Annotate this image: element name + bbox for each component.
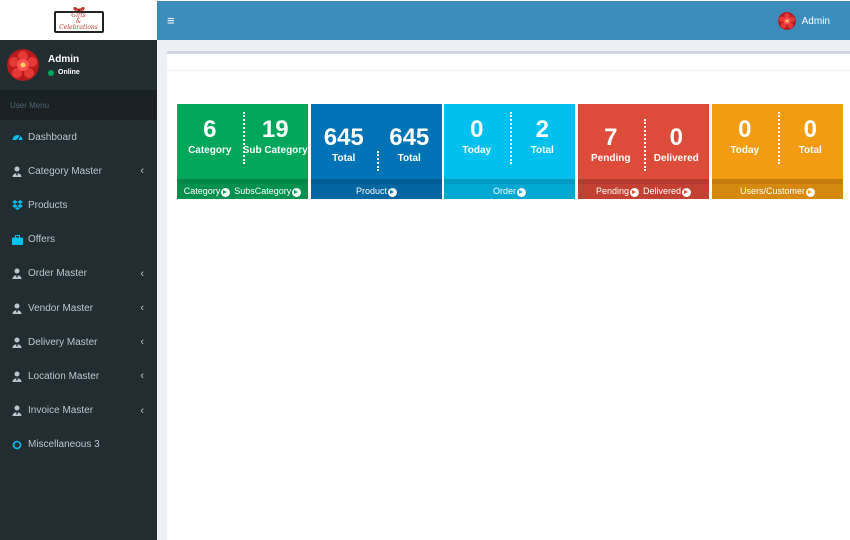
- chevron-left-icon: ‹: [140, 370, 144, 383]
- logo-text: Gifts & Celebrations: [59, 12, 98, 31]
- arrow-circle-right-icon: [292, 187, 302, 197]
- pending-count: 7: [604, 124, 618, 151]
- sidebar-item-category-master[interactable]: Category Master ‹: [0, 154, 157, 188]
- dashboard-icon: [11, 131, 23, 143]
- user-menu-label: Admin: [801, 15, 830, 27]
- delivered-link[interactable]: Delivered: [643, 186, 692, 197]
- customer-link[interactable]: Users/Customer: [740, 186, 815, 197]
- customer-today-count: 0: [738, 116, 752, 143]
- briefcase-icon: [11, 234, 23, 246]
- sidebar: Gifts & Celebrations Admin Online User M…: [0, 0, 157, 540]
- order-total-label: Total: [530, 145, 554, 156]
- avatar: [7, 49, 39, 81]
- user-status[interactable]: Online: [48, 69, 80, 76]
- product-total-label-2: Total: [397, 153, 421, 164]
- sidebar-item-products[interactable]: Products: [0, 188, 157, 222]
- arrow-circle-right-icon: [630, 187, 639, 197]
- category-link[interactable]: Category: [184, 186, 231, 197]
- product-stat-box: 645 Total 645 Total Product: [311, 104, 442, 199]
- order-stat-box: 0 Today 2 Total Order: [444, 104, 575, 199]
- main-content: 6 Category 19 Sub Category Category Subs…: [157, 40, 850, 540]
- user-menu[interactable]: Admin: [777, 12, 830, 30]
- order-today-count: 0: [470, 116, 484, 143]
- sidebar-item-miscellaneous[interactable]: Miscellaneous 3: [0, 428, 157, 462]
- panel-divider: [167, 70, 850, 71]
- delivered-count: 0: [669, 124, 683, 151]
- order-link[interactable]: Order: [493, 186, 526, 197]
- sidebar-item-delivery-master[interactable]: Delivery Master ‹: [0, 325, 157, 359]
- user-tie-icon: [11, 370, 23, 382]
- user-tie-icon: [11, 268, 23, 280]
- chevron-left-icon: ‹: [140, 336, 144, 349]
- arrow-circle-right-icon: [806, 187, 815, 197]
- order-today-label: Today: [462, 145, 492, 156]
- logo-area[interactable]: Gifts & Celebrations: [0, 0, 157, 40]
- menu-toggle-icon[interactable]: ≡: [167, 13, 175, 28]
- category-count: 6: [203, 116, 217, 143]
- dropbox-icon: [11, 199, 23, 211]
- user-panel: Admin Online: [0, 40, 157, 90]
- subcategory-count: 19: [261, 116, 289, 143]
- chevron-left-icon: ‹: [140, 267, 144, 280]
- pending-link[interactable]: Pending: [596, 186, 639, 197]
- category-stat-box: 6 Category 19 Sub Category Category Subs…: [177, 104, 308, 199]
- avatar: [777, 12, 796, 30]
- user-name: Admin: [48, 54, 80, 65]
- chevron-left-icon: ‹: [140, 302, 144, 315]
- product-total-label: Total: [332, 153, 356, 164]
- sidebar-item-dashboard[interactable]: Dashboard: [0, 120, 157, 154]
- product-link[interactable]: Product: [356, 186, 398, 197]
- sidebar-menu: Dashboard Category Master ‹ Products Off…: [0, 120, 157, 462]
- product-total-count-2: 645: [389, 124, 430, 151]
- arrow-circle-right-icon: [682, 187, 692, 197]
- arrow-circle-right-icon: [517, 187, 526, 197]
- subscategory-link[interactable]: SubsCategory: [234, 186, 302, 197]
- dashboard-panel: 6 Category 19 Sub Category Category Subs…: [167, 51, 850, 540]
- user-tie-icon: [11, 302, 23, 314]
- circle-icon: [11, 439, 23, 451]
- customer-total-count: 0: [803, 116, 817, 143]
- online-status-icon: [48, 69, 54, 76]
- arrow-circle-right-icon: [221, 187, 231, 197]
- subcategory-label: Sub Category: [242, 145, 308, 156]
- sidebar-item-invoice-master[interactable]: Invoice Master ‹: [0, 394, 157, 428]
- menu-header: User Menu: [0, 90, 157, 120]
- product-total-count: 645: [323, 124, 364, 151]
- customer-today-label: Today: [730, 145, 760, 156]
- sidebar-item-vendor-master[interactable]: Vendor Master ‹: [0, 291, 157, 325]
- user-tie-icon: [11, 336, 23, 348]
- sidebar-item-order-master[interactable]: Order Master ‹: [0, 257, 157, 291]
- order-total-count: 2: [535, 116, 549, 143]
- delivery-stat-box: 7 Pending 0 Delivered Pending Delivered: [578, 104, 709, 199]
- customer-total-label: Total: [798, 145, 822, 156]
- top-navbar: ≡ Admin: [157, 0, 850, 40]
- category-label: Category: [188, 145, 232, 156]
- pending-label: Pending: [591, 153, 631, 164]
- arrow-circle-right-icon: [388, 187, 398, 197]
- sidebar-item-offers[interactable]: Offers: [0, 223, 157, 257]
- chevron-left-icon: ‹: [140, 165, 144, 178]
- user-tie-icon: [11, 405, 23, 417]
- chevron-left-icon: ‹: [140, 404, 144, 417]
- sidebar-item-location-master[interactable]: Location Master ‹: [0, 359, 157, 393]
- user-tie-icon: [11, 165, 23, 177]
- brand-logo: Gifts & Celebrations: [52, 5, 106, 35]
- delivered-label: Delivered: [653, 153, 699, 164]
- customer-stat-box: 0 Today 0 Total Users/Customer: [712, 104, 843, 199]
